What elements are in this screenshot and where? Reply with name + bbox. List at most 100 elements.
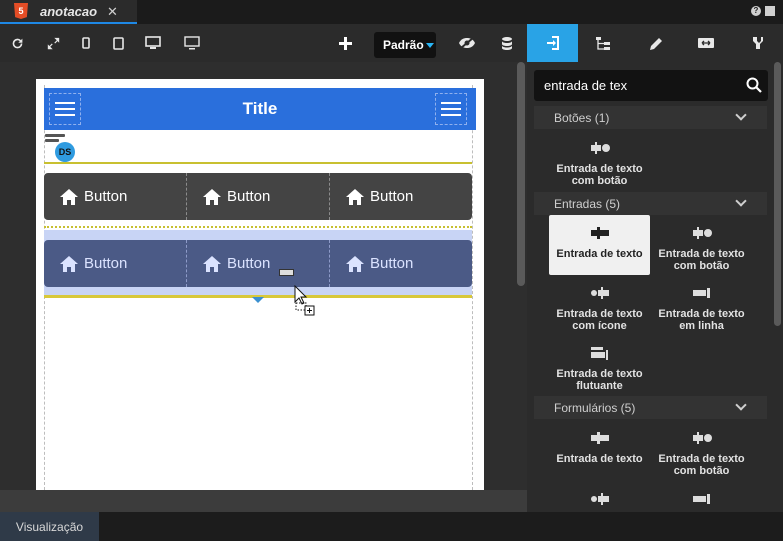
panel-scrollbar[interactable] <box>774 62 781 326</box>
home-icon <box>203 188 221 205</box>
tab-bar: 5 anotacao ✕ ? <box>0 0 783 24</box>
input-button-icon <box>590 142 610 154</box>
component-text-input-inline[interactable]: Entrada de texto em linha <box>651 286 752 332</box>
group-header-botoes[interactable]: Botões (1) <box>534 106 767 129</box>
button-label: Button <box>84 255 128 272</box>
drag-preview-icon <box>279 269 294 276</box>
resize-icon[interactable] <box>693 24 719 62</box>
button-label: Button <box>227 188 271 205</box>
canvas-scrollbar[interactable] <box>517 62 525 286</box>
tree-icon[interactable] <box>590 24 616 62</box>
chevron-down-icon <box>425 42 434 48</box>
pencil-icon[interactable] <box>643 24 669 62</box>
input-inline-icon <box>692 494 710 504</box>
layout-guide-right <box>472 85 473 490</box>
app-window: 5 anotacao ✕ ? Padrão Title DS Button Bu… <box>0 0 783 541</box>
home-icon <box>60 255 78 272</box>
search-input-value: entrada de tex <box>544 78 628 93</box>
tab-visualizacao[interactable]: Visualização <box>0 512 99 541</box>
component-label: Entrada de texto com botão <box>658 248 745 272</box>
component-label: Entrada de texto em linha <box>658 308 745 332</box>
html5-icon: 5 <box>14 3 28 19</box>
component-text-input-button[interactable]: Entrada de texto com botão <box>651 431 752 477</box>
page-title: Title <box>242 99 278 118</box>
button-bar-row1[interactable]: Button Button Button <box>44 173 472 220</box>
chevron-down-icon[interactable] <box>735 399 747 411</box>
component-label: Entrada de texto com botão <box>658 453 745 477</box>
component-label: Entrada de texto com botão <box>556 163 643 187</box>
button-label: Button <box>370 255 414 272</box>
insert-icon[interactable] <box>527 24 578 62</box>
component-text-input[interactable]: Entrada de texto <box>549 431 650 465</box>
grid-button[interactable]: Button <box>44 240 187 287</box>
component-partial[interactable] <box>651 492 752 506</box>
window-controls: ? <box>751 6 775 16</box>
preset-select[interactable]: Padrão <box>374 32 436 58</box>
refresh-icon[interactable] <box>6 24 28 62</box>
close-icon[interactable]: ✕ <box>107 4 118 20</box>
component-label: Entrada de texto <box>556 453 643 465</box>
grid-button[interactable]: Button <box>187 240 330 287</box>
home-icon <box>346 188 364 205</box>
home-icon <box>346 255 364 272</box>
code-icon[interactable] <box>745 24 771 62</box>
chevron-down-icon[interactable] <box>735 195 747 207</box>
group-label: Entradas (5) <box>554 196 621 211</box>
text-input-icon <box>590 432 609 444</box>
component-label: Entrada de texto com ícone <box>556 308 643 332</box>
menu-icon-right[interactable] <box>435 93 467 125</box>
avatar[interactable]: DS <box>55 142 75 162</box>
home-icon <box>60 188 78 205</box>
drag-cursor-icon <box>293 284 317 322</box>
grid-button[interactable]: Button <box>44 173 187 220</box>
grid-button[interactable]: Button <box>330 240 472 287</box>
grid-button[interactable]: Button <box>330 173 472 220</box>
component-text-input-button[interactable]: Entrada de texto com botão <box>549 141 650 187</box>
tab-title: anotacao <box>40 3 98 19</box>
tab-anotacao[interactable]: 5 anotacao ✕ <box>0 0 137 24</box>
eye-icon[interactable] <box>455 24 479 62</box>
toolbar: Padrão <box>0 24 783 62</box>
component-partial[interactable] <box>549 492 650 506</box>
component-text-input-floating[interactable]: Entrada de texto flutuante <box>549 346 650 392</box>
app-header[interactable]: Title <box>44 88 476 130</box>
button-label: Button <box>370 188 414 205</box>
fullscreen-icon[interactable] <box>42 24 64 62</box>
preset-select-value: Padrão <box>383 38 424 52</box>
bottom-tab-label: Visualização <box>15 519 84 534</box>
button-bar-row2[interactable]: Button Button Button <box>44 240 472 287</box>
input-icon-icon <box>590 287 609 299</box>
input-button-icon <box>692 227 712 239</box>
grid-button[interactable]: Button <box>187 173 330 220</box>
horizontal-scrollbar[interactable] <box>0 490 527 512</box>
add-icon[interactable] <box>334 24 356 62</box>
database-icon[interactable] <box>496 24 518 62</box>
search-icon[interactable] <box>746 77 762 93</box>
component-text-input[interactable]: Entrada de texto <box>549 215 650 275</box>
group-header-formularios[interactable]: Formulários (5) <box>534 396 767 419</box>
help-icon[interactable]: ? <box>751 6 761 16</box>
component-search-input[interactable]: entrada de tex <box>534 70 768 101</box>
input-inline-icon <box>692 288 710 298</box>
component-text-input-icon[interactable]: Entrada de texto com ícone <box>549 286 650 332</box>
maximize-icon[interactable] <box>765 6 775 16</box>
monitor-icon[interactable] <box>180 24 204 62</box>
group-label: Botões (1) <box>554 110 610 125</box>
chevron-down-icon[interactable] <box>735 109 747 121</box>
tablet-icon[interactable] <box>107 24 129 62</box>
group-label: Formulários (5) <box>554 400 636 415</box>
input-floating-icon <box>590 347 608 360</box>
bottom-bar: Visualização <box>0 512 783 541</box>
component-label: Entrada de texto flutuante <box>556 368 643 392</box>
button-label: Button <box>84 188 128 205</box>
drop-indicator-arrow <box>252 297 264 303</box>
desktop-icon[interactable] <box>142 24 164 62</box>
group-header-entradas[interactable]: Entradas (5) <box>534 192 767 215</box>
text-input-icon <box>590 227 609 239</box>
button-label: Button <box>227 255 271 272</box>
input-button-icon <box>692 432 712 444</box>
home-icon <box>203 255 221 272</box>
component-text-input-button[interactable]: Entrada de texto com botão <box>651 226 752 272</box>
phone-icon[interactable] <box>76 24 96 62</box>
input-icon-icon <box>590 493 609 505</box>
